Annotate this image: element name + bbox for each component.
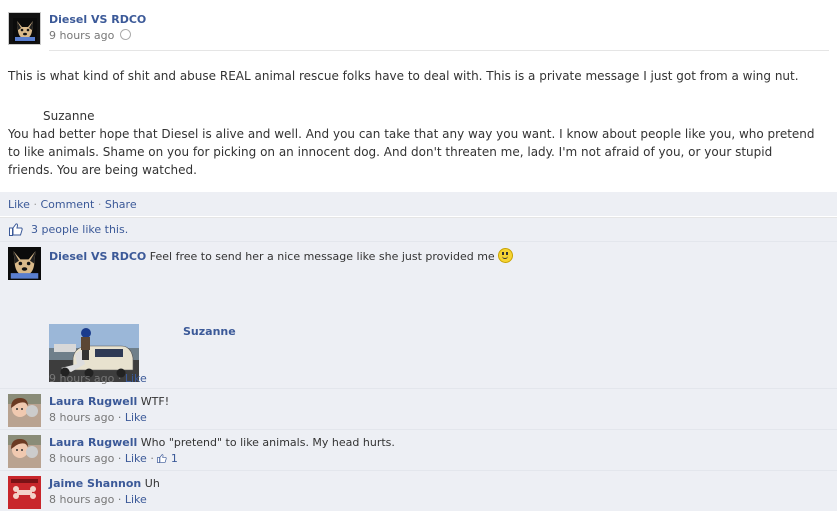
thumbs-up-icon <box>157 454 167 463</box>
public-globe-icon <box>120 29 132 40</box>
sep: · <box>117 493 122 506</box>
post-header: Diesel VS RDCO 9 hours ago <box>8 12 837 50</box>
likes-count-link[interactable]: 3 people like this. <box>31 223 128 236</box>
dog-icon <box>13 18 37 42</box>
sep: · <box>150 452 154 465</box>
comment-like-link[interactable]: Like <box>125 452 147 465</box>
comment-time[interactable]: 8 hours ago <box>49 493 114 506</box>
smiley-icon <box>498 248 514 263</box>
post-timestamp: 9 hours ago <box>49 29 132 42</box>
commenter-name[interactable]: Laura Rugwell <box>49 436 137 449</box>
sep: · <box>97 198 102 211</box>
commenter-avatar[interactable] <box>8 394 41 427</box>
commenter-name[interactable]: Jaime Shannon <box>49 477 141 490</box>
post-body: This is what kind of shit and abuse REAL… <box>8 67 818 179</box>
post-actions-bar: Like · Comment · Share <box>0 192 837 216</box>
comment-item: Laura Rugwell Who "pretend" to like anim… <box>0 429 837 470</box>
comment-like-count[interactable]: 1 <box>157 452 178 465</box>
likes-summary: 3 people like this. <box>0 217 837 241</box>
quoted-message: You had better hope that Diesel is alive… <box>8 127 815 177</box>
commenter-avatar[interactable] <box>8 435 41 468</box>
commenter-name[interactable]: Diesel VS RDCO <box>49 250 146 263</box>
comment-body: Feel free to send her a nice message lik… <box>149 250 495 263</box>
comment-body: WTF! <box>140 395 170 408</box>
dog-bone-logo-icon <box>8 476 41 509</box>
comment-text: Laura Rugwell WTF! <box>49 395 809 408</box>
commenter-avatar[interactable] <box>8 247 41 280</box>
comment-item: Diesel VS RDCO Feel free to send her a n… <box>0 241 837 388</box>
post-author-link[interactable]: Diesel VS RDCO <box>49 13 146 26</box>
comment-like-link[interactable]: Like <box>125 372 147 385</box>
person-photo-icon <box>8 435 41 468</box>
comment-text: Diesel VS RDCO Feel free to send her a n… <box>49 248 809 263</box>
comment-time[interactable]: 8 hours ago <box>49 411 114 424</box>
commenter-name[interactable]: Laura Rugwell <box>49 395 137 408</box>
comment-time[interactable]: 8 hours ago <box>49 452 114 465</box>
sep: · <box>117 372 122 385</box>
comment-body: Who "pretend" to like animals. My head h… <box>140 436 395 449</box>
comment-text: Laura Rugwell Who "pretend" to like anim… <box>49 436 809 449</box>
page-avatar[interactable] <box>8 12 41 45</box>
comment-like-link[interactable]: Like <box>125 411 147 424</box>
dog-icon <box>8 247 41 280</box>
sep: · <box>33 198 37 211</box>
comment-meta: 9 hours ago · Like <box>49 372 147 385</box>
like-count-number: 1 <box>170 452 178 465</box>
commenter-avatar[interactable] <box>8 476 41 509</box>
comment-item: Jaime Shannon Uh 8 hours ago · Like <box>0 470 837 511</box>
sep: · <box>117 411 122 424</box>
comment-meta: 8 hours ago · Like · 1 <box>49 452 178 465</box>
thumbs-up-icon <box>9 223 23 236</box>
comment-body: Uh <box>144 477 160 490</box>
post-time-text[interactable]: 9 hours ago <box>49 29 114 42</box>
post-intro-text: This is what kind of shit and abuse REAL… <box>8 69 799 83</box>
sep: · <box>117 452 122 465</box>
comment-time[interactable]: 9 hours ago <box>49 372 114 385</box>
message-sender: Suzanne <box>43 109 95 123</box>
post-actions: Like · Comment · Share <box>8 198 137 211</box>
comment-text: Jaime Shannon Uh <box>49 477 809 490</box>
comment-like-link[interactable]: Like <box>125 493 147 506</box>
share-link[interactable]: Share <box>105 198 137 211</box>
attachment-title-link[interactable]: Suzanne <box>183 325 236 338</box>
comment-meta: 8 hours ago · Like <box>49 493 147 506</box>
comment-meta: 8 hours ago · Like <box>49 411 147 424</box>
comment-item: Laura Rugwell WTF! 8 hours ago · Like <box>0 388 837 429</box>
comment-link[interactable]: Comment <box>40 198 94 211</box>
person-photo-icon <box>8 394 41 427</box>
header-divider <box>49 50 829 51</box>
like-link[interactable]: Like <box>8 198 30 211</box>
